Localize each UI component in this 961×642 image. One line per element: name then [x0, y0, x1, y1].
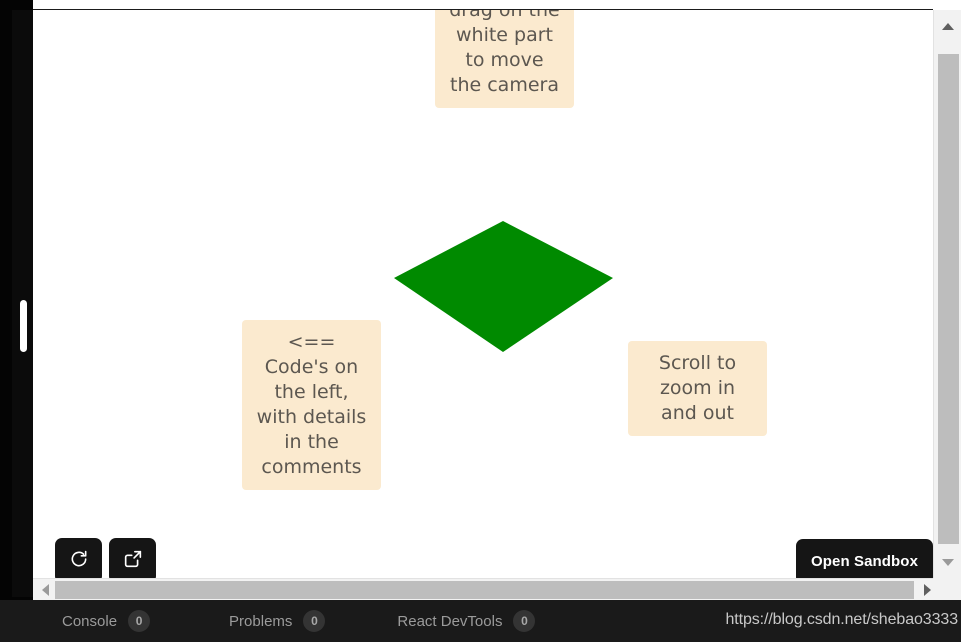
- chevron-left-icon: [41, 584, 49, 596]
- codesandbox-preview-window: drag on the white part to move the camer…: [0, 0, 961, 642]
- scroll-down-arrow[interactable]: [934, 550, 961, 574]
- scrollbar-corner: [933, 578, 961, 600]
- tab-console-label: Console: [62, 612, 118, 630]
- tab-problems[interactable]: Problems 0: [229, 600, 326, 642]
- watermark-url: https://blog.csdn.net/shebao3333: [725, 611, 958, 628]
- preview-canvas[interactable]: drag on the white part to move the camer…: [33, 10, 933, 578]
- tab-problems-badge: 0: [303, 610, 326, 632]
- refresh-icon: [69, 549, 89, 572]
- panel-resize-handle[interactable]: [20, 300, 27, 352]
- tab-react-devtools-label: React DevTools: [397, 612, 503, 630]
- tab-console-badge: 0: [128, 610, 151, 632]
- editor-collapsed-strip: [0, 0, 33, 607]
- note-code-text: <== Code's on the left, with details in …: [256, 331, 367, 478]
- tab-react-devtools[interactable]: React DevTools 0: [397, 600, 536, 642]
- chevron-up-icon: [942, 22, 954, 30]
- scroll-up-arrow[interactable]: [934, 14, 961, 38]
- open-sandbox-button[interactable]: Open Sandbox: [796, 539, 933, 578]
- tab-react-devtools-badge: 0: [513, 610, 536, 632]
- scroll-left-arrow[interactable]: [35, 579, 55, 601]
- horizontal-scrollbar-thumb[interactable]: [55, 581, 914, 599]
- note-code: <== Code's on the left, with details in …: [242, 320, 381, 490]
- note-camera-text: drag on the white part to move the camer…: [449, 10, 560, 96]
- open-in-new-icon: [122, 548, 144, 573]
- tab-console[interactable]: Console 0: [62, 600, 151, 642]
- green-ground-plane: [394, 221, 613, 352]
- note-zoom: Scroll to zoom in and out: [628, 341, 767, 436]
- chevron-down-icon: [942, 558, 954, 566]
- vertical-scrollbar-thumb[interactable]: [938, 54, 959, 544]
- horizontal-scrollbar[interactable]: [33, 578, 961, 600]
- tab-problems-label: Problems: [229, 612, 293, 630]
- vertical-scrollbar[interactable]: [933, 10, 961, 578]
- note-zoom-text: Scroll to zoom in and out: [658, 352, 737, 424]
- note-camera: drag on the white part to move the camer…: [435, 10, 574, 108]
- refresh-button[interactable]: [55, 538, 102, 578]
- chevron-right-icon: [923, 584, 931, 596]
- open-in-new-window-button[interactable]: [109, 538, 156, 578]
